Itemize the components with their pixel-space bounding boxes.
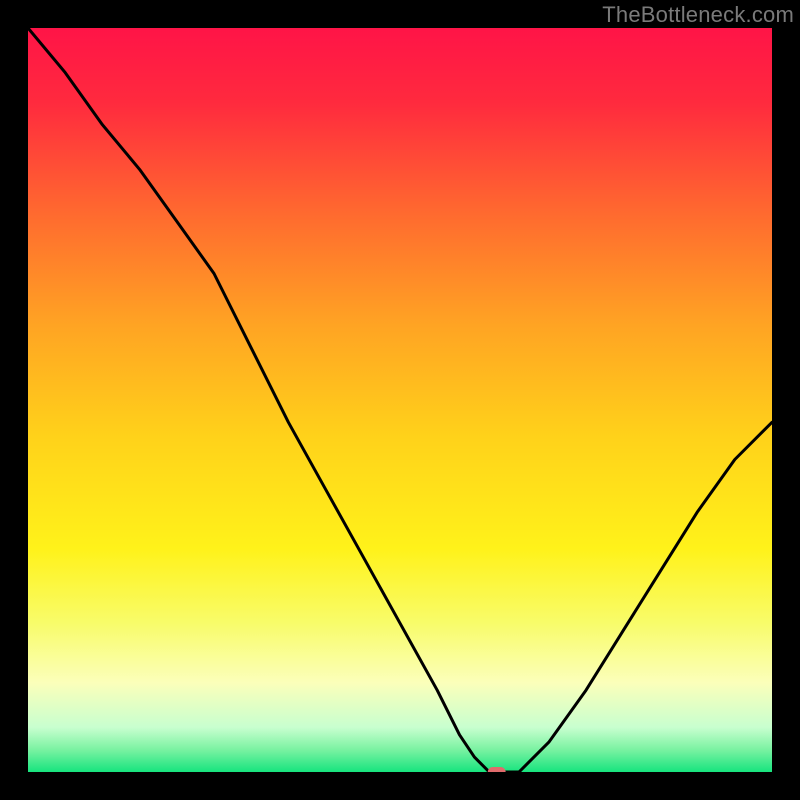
gradient-background xyxy=(28,28,772,772)
watermark-text: TheBottleneck.com xyxy=(602,2,794,28)
chart-frame: TheBottleneck.com xyxy=(0,0,800,800)
optimum-marker xyxy=(488,767,506,772)
bottleneck-chart xyxy=(28,28,772,772)
